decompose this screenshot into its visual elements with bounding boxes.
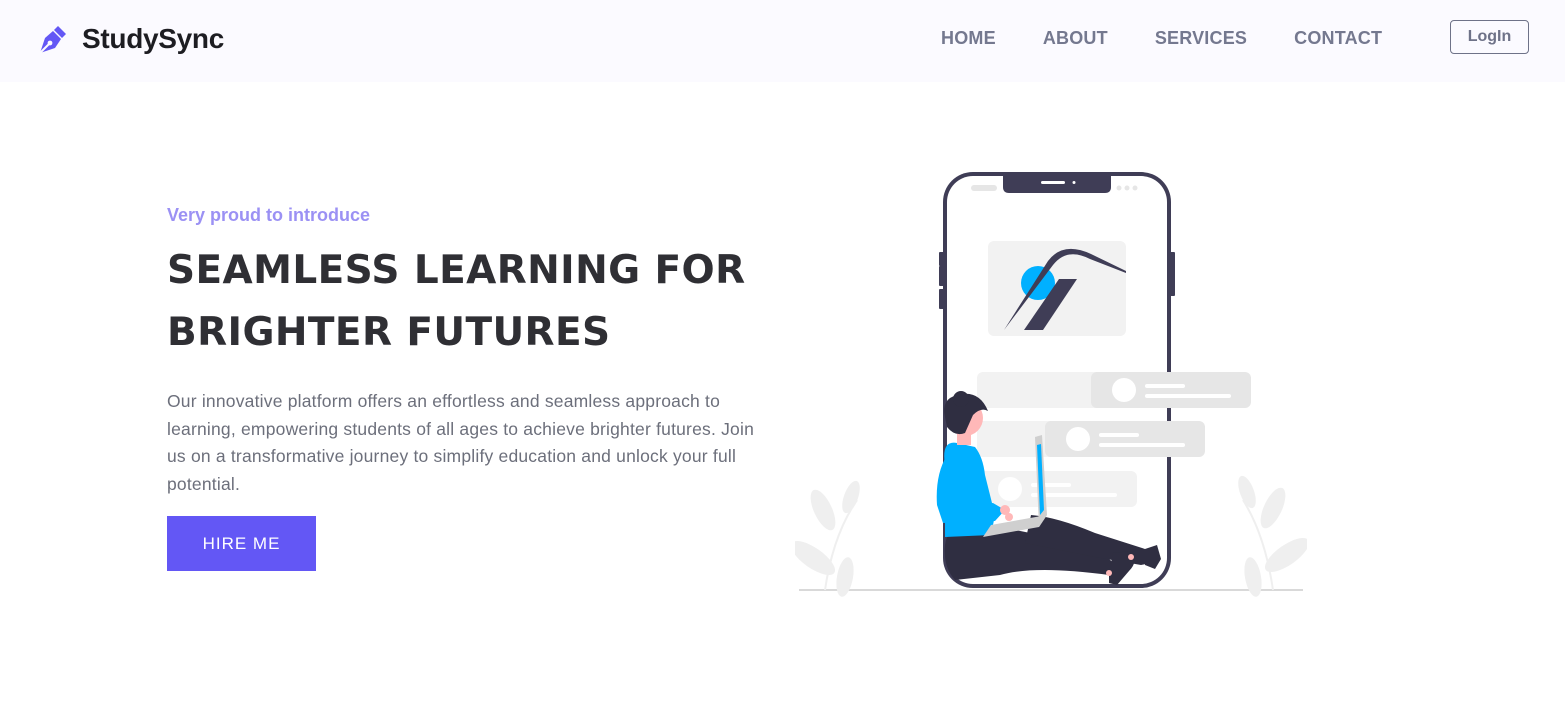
- navbar: StudySync HOME ABOUT SERVICES CONTACT Lo…: [0, 0, 1565, 82]
- login-button[interactable]: LogIn: [1450, 20, 1529, 54]
- nav-about[interactable]: ABOUT: [1043, 28, 1108, 49]
- nav-home[interactable]: HOME: [941, 28, 996, 49]
- brand-name: StudySync: [82, 23, 225, 54]
- left-plant: [795, 480, 860, 597]
- hero-eyebrow: Very proud to introduce: [167, 205, 371, 225]
- nav-contact[interactable]: CONTACT: [1294, 28, 1382, 49]
- hero-headline-line2: BRIGHTER FUTURES: [167, 310, 611, 355]
- hire-me-button[interactable]: HIRE ME: [167, 516, 316, 571]
- hero-headline: SEAMLESS LEARNING FOR BRIGHTER FUTURES: [167, 240, 767, 364]
- brand-logo[interactable]: StudySync: [36, 22, 224, 56]
- message-cards: [977, 372, 1251, 507]
- nav-services[interactable]: SERVICES: [1155, 28, 1247, 49]
- right-plant: [1238, 475, 1307, 597]
- hero-illustration: [795, 172, 1307, 597]
- hero-section: Very proud to introduce SEAMLESS LEARNIN…: [167, 205, 767, 499]
- hero-headline-line1: SEAMLESS LEARNING FOR: [167, 248, 746, 293]
- image-card: [988, 241, 1126, 336]
- pen-nib-icon: [39, 26, 66, 54]
- nav-links: HOME ABOUT SERVICES CONTACT: [941, 28, 1429, 49]
- hero-description: Our innovative platform offers an effort…: [167, 391, 754, 495]
